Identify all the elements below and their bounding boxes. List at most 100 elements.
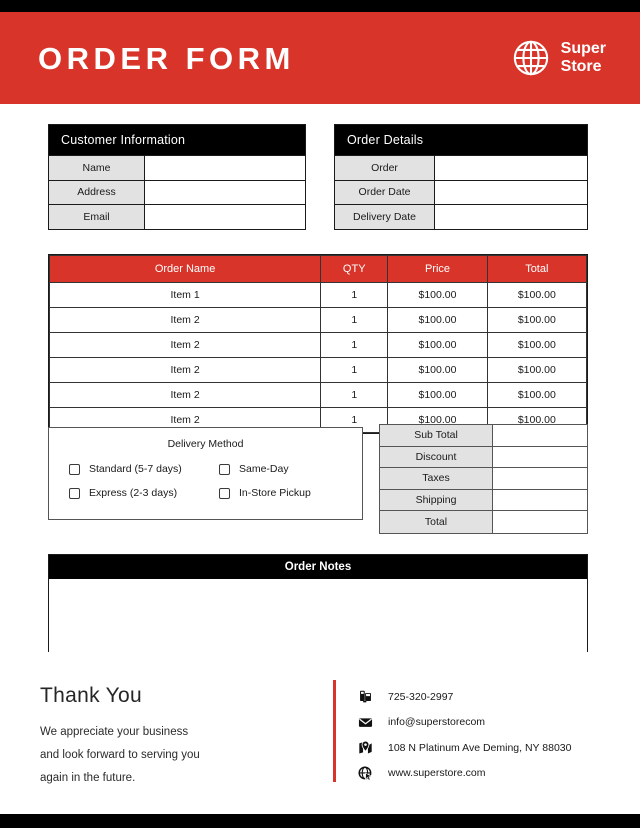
envelope-icon (358, 715, 373, 730)
label-sub-total: Sub Total (380, 425, 493, 446)
delivery-option-label: Standard (5-7 days) (89, 463, 182, 475)
cell-total[interactable]: $100.00 (486, 382, 588, 408)
order-details-heading: Order Details (335, 125, 587, 155)
totals-row-shipping: Shipping (380, 489, 587, 511)
contact-email-text: info@superstorecom (388, 716, 486, 729)
value-taxes[interactable] (493, 468, 587, 489)
contact-website-text: www.superstore.com (388, 767, 486, 780)
page-footer: Thank You We appreciate your business an… (0, 676, 640, 802)
totals-panel: Sub Total Discount Taxes Shipping Total (379, 424, 588, 534)
cell-order-name[interactable]: Item 2 (48, 307, 322, 333)
cell-total[interactable]: $100.00 (486, 332, 588, 358)
delivery-method-options: Standard (5-7 days) Same-Day Express (2-… (49, 463, 362, 499)
value-total[interactable] (493, 511, 587, 533)
label-order-date: Order Date (335, 180, 435, 204)
order-items-table: Order Name QTY Price Total Item 1 1 $100… (48, 254, 588, 434)
cell-qty[interactable]: 1 (320, 282, 389, 308)
checkbox-icon[interactable] (219, 463, 230, 475)
brand-name: Super Store (561, 40, 606, 76)
top-accent-bar (0, 0, 640, 12)
cell-order-name[interactable]: Item 2 (48, 382, 322, 408)
label-email: Email (49, 205, 145, 229)
brand-logo: Super Store (512, 39, 606, 77)
column-header-total: Total (486, 255, 588, 283)
totals-row-sub-total: Sub Total (380, 425, 587, 447)
delivery-option-label: Express (2-3 days) (89, 487, 178, 499)
value-sub-total[interactable] (493, 425, 587, 446)
table-row[interactable]: Item 2 1 $100.00 $100.00 (48, 307, 588, 333)
input-order[interactable] (435, 156, 587, 180)
contact-address-text: 108 N Platinum Ave Deming, NY 88030 (388, 741, 572, 754)
page-header: ORDER FORM Super Store (0, 12, 640, 104)
delivery-method-panel: Delivery Method Standard (5-7 days) Same… (48, 427, 363, 520)
brand-name-line2: Store (560, 58, 602, 75)
cell-price[interactable]: $100.00 (387, 332, 488, 358)
map-pin-icon (358, 740, 373, 755)
cell-total[interactable]: $100.00 (486, 307, 588, 333)
totals-row-taxes: Taxes (380, 468, 587, 490)
cell-qty[interactable]: 1 (320, 357, 389, 383)
value-shipping[interactable] (493, 489, 587, 510)
delivery-option-label: In-Store Pickup (239, 487, 311, 499)
contact-row-address[interactable]: 108 N Platinum Ave Deming, NY 88030 (358, 735, 640, 761)
thank-you-line-1: We appreciate your business (40, 726, 189, 738)
cell-price[interactable]: $100.00 (387, 282, 488, 308)
delivery-option-standard[interactable]: Standard (5-7 days) (69, 463, 219, 475)
order-notes-input[interactable] (49, 579, 587, 675)
delivery-option-in-store-pickup[interactable]: In-Store Pickup (219, 487, 342, 499)
table-row[interactable]: Item 2 1 $100.00 $100.00 (48, 357, 588, 383)
cell-order-name[interactable]: Item 2 (48, 357, 322, 383)
cell-qty[interactable]: 1 (320, 307, 389, 333)
customer-information-heading: Customer Information (49, 125, 305, 155)
checkbox-icon[interactable] (69, 463, 80, 475)
thank-you-line-3: again in the future. (40, 772, 136, 784)
input-email[interactable] (145, 205, 305, 229)
delivery-option-express[interactable]: Express (2-3 days) (69, 487, 219, 499)
website-icon (358, 766, 373, 781)
delivery-option-same-day[interactable]: Same-Day (219, 463, 342, 475)
label-discount: Discount (380, 446, 493, 467)
table-header-row: Order Name QTY Price Total (48, 255, 588, 283)
checkbox-icon[interactable] (219, 487, 230, 499)
cell-price[interactable]: $100.00 (387, 382, 488, 408)
field-row-name: Name (49, 155, 305, 180)
input-delivery-date[interactable] (435, 205, 587, 229)
input-order-date[interactable] (435, 180, 587, 204)
input-name[interactable] (145, 156, 305, 180)
cell-price[interactable]: $100.00 (387, 357, 488, 383)
order-form-page: ORDER FORM Super Store Customer Informat… (0, 0, 640, 828)
delivery-option-label: Same-Day (239, 463, 289, 475)
cell-total[interactable]: $100.00 (486, 282, 588, 308)
cell-order-name[interactable]: Item 1 (48, 282, 322, 308)
contact-block: 725-320-2997 info@superstorecom 108 N Pl… (336, 676, 640, 802)
totals-row-total: Total (380, 511, 587, 533)
contact-row-website[interactable]: www.superstore.com (358, 761, 640, 787)
column-header-order-name: Order Name (48, 255, 322, 283)
cell-order-name[interactable]: Item 2 (48, 332, 322, 358)
cell-qty[interactable]: 1 (320, 382, 389, 408)
page-title: ORDER FORM (38, 40, 295, 76)
value-discount[interactable] (493, 446, 587, 467)
column-header-price: Price (387, 255, 488, 283)
checkbox-icon[interactable] (69, 487, 80, 499)
cell-price[interactable]: $100.00 (387, 307, 488, 333)
order-notes-heading: Order Notes (49, 555, 587, 579)
thank-you-line-2: and look forward to serving you (40, 749, 200, 761)
thank-you-title: Thank You (40, 684, 142, 707)
field-row-delivery-date: Delivery Date (335, 204, 587, 229)
contact-row-email[interactable]: info@superstorecom (358, 710, 640, 736)
contact-row-phone[interactable]: 725-320-2997 (358, 684, 640, 710)
cell-total[interactable]: $100.00 (486, 357, 588, 383)
field-row-email: Email (49, 204, 305, 229)
field-row-order-date: Order Date (335, 179, 587, 204)
table-row[interactable]: Item 1 1 $100.00 $100.00 (48, 282, 588, 308)
input-address[interactable] (145, 180, 305, 204)
contact-phone-text: 725-320-2997 (388, 690, 454, 703)
table-row[interactable]: Item 2 1 $100.00 $100.00 (48, 382, 588, 408)
thank-you-block: Thank You We appreciate your business an… (0, 676, 333, 802)
cell-qty[interactable]: 1 (320, 332, 389, 358)
table-row[interactable]: Item 2 1 $100.00 $100.00 (48, 332, 588, 358)
customer-information-panel: Customer Information Name Address Email (48, 124, 306, 230)
label-name: Name (49, 156, 145, 180)
order-notes-panel: Order Notes (48, 554, 588, 675)
